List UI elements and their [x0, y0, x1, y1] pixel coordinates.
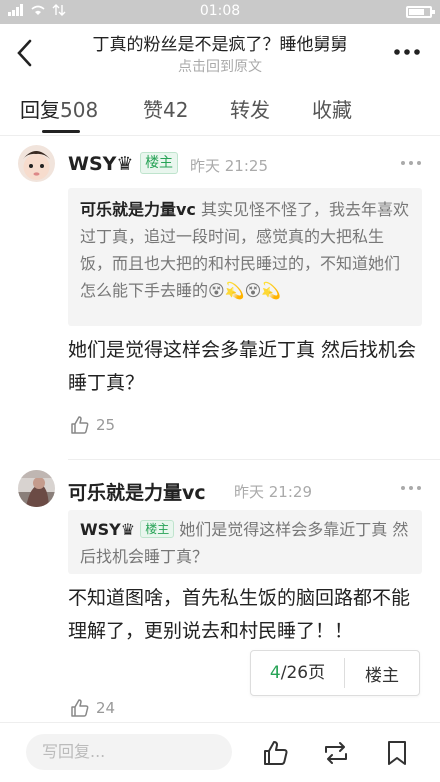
comment-author[interactable]: 可乐就是力量vc: [68, 478, 206, 505]
quote-author: 可乐就是力量vc: [80, 200, 196, 219]
tab-label: 赞: [143, 98, 163, 122]
more-options-icon[interactable]: [392, 42, 422, 62]
page-indicator[interactable]: 4/26页: [251, 658, 345, 688]
comment-time: 昨天 21:29: [234, 483, 312, 501]
repost-icon[interactable]: [322, 739, 350, 767]
bookmark-icon[interactable]: [383, 739, 411, 767]
like-count: 25: [96, 416, 116, 434]
quoted-comment[interactable]: 可乐就是力量vc 其实见怪不怪了，我去年喜欢过丁真，追过一段时间，感觉真的大把私…: [68, 188, 422, 326]
like-count: 24: [96, 699, 116, 717]
active-tab-indicator: [42, 130, 80, 133]
thumbs-up-icon[interactable]: [262, 739, 290, 767]
tab-replies[interactable]: 回复508: [20, 94, 98, 123]
tab-favorites[interactable]: 收藏: [312, 94, 352, 123]
author-name: WSY♛: [68, 153, 134, 175]
op-badge: 楼主: [140, 152, 179, 174]
tab-label: 收藏: [312, 98, 352, 122]
op-badge: 楼主: [140, 520, 175, 538]
comment-body: 她们是觉得这样会多靠近丁真 然后找机会睡丁真？: [68, 339, 417, 394]
header: 丁真的粉丝是不是疯了？睡他舅舅 点击回到原文: [0, 24, 440, 82]
avatar[interactable]: [18, 145, 55, 182]
current-page: 4: [269, 663, 281, 683]
page-title: 丁真的粉丝是不是疯了？睡他舅舅: [92, 35, 348, 55]
avatar[interactable]: [18, 470, 55, 507]
total-pages: /26页: [280, 663, 326, 683]
comment-more-icon[interactable]: [400, 159, 422, 167]
comment-time: 昨天 21:25: [190, 157, 268, 175]
tab-count: 508: [60, 98, 99, 122]
tab-likes[interactable]: 赞42: [143, 94, 188, 123]
quoted-comment[interactable]: WSY♛ 楼主 她们是觉得这样会多靠近丁真 然后找机会睡丁真？: [68, 510, 422, 574]
back-to-original-link[interactable]: 点击回到原文: [60, 56, 380, 76]
status-bar: 01:08: [0, 0, 440, 24]
like-button[interactable]: 25: [70, 415, 115, 435]
like-button[interactable]: 24: [70, 698, 115, 718]
page-pager: 4/26页 楼主: [250, 650, 420, 696]
comment-item: WSY♛ 楼主 昨天 21:25 可乐就是力量vc 其实见怪不怪了，我去年喜欢过…: [0, 136, 440, 460]
thumbs-up-icon: [71, 416, 89, 434]
quote-author: WSY♛: [80, 520, 136, 539]
back-arrow-icon[interactable]: [12, 36, 40, 70]
tab-count: 42: [163, 98, 189, 122]
comment-author[interactable]: WSY♛ 楼主: [68, 152, 179, 175]
tab-label: 转发: [230, 98, 270, 122]
tab-reposts[interactable]: 转发: [230, 94, 270, 123]
tab-label: 回复: [20, 98, 60, 122]
comment-body: 不知道图啥，首先私生饭的脑回路都不能理解了，更别说去和村民睡了！！: [68, 587, 411, 642]
battery-icon: [406, 6, 435, 18]
owner-only-button[interactable]: 楼主: [345, 661, 419, 686]
status-time: 01:08: [199, 3, 241, 19]
thumbs-up-icon: [71, 699, 89, 717]
reply-input[interactable]: 写回复...: [26, 734, 232, 770]
tab-bar: 回复508 赞42 转发 收藏: [0, 82, 440, 136]
comment-more-icon[interactable]: [400, 484, 422, 492]
bottom-bar: 写回复...: [0, 722, 440, 782]
